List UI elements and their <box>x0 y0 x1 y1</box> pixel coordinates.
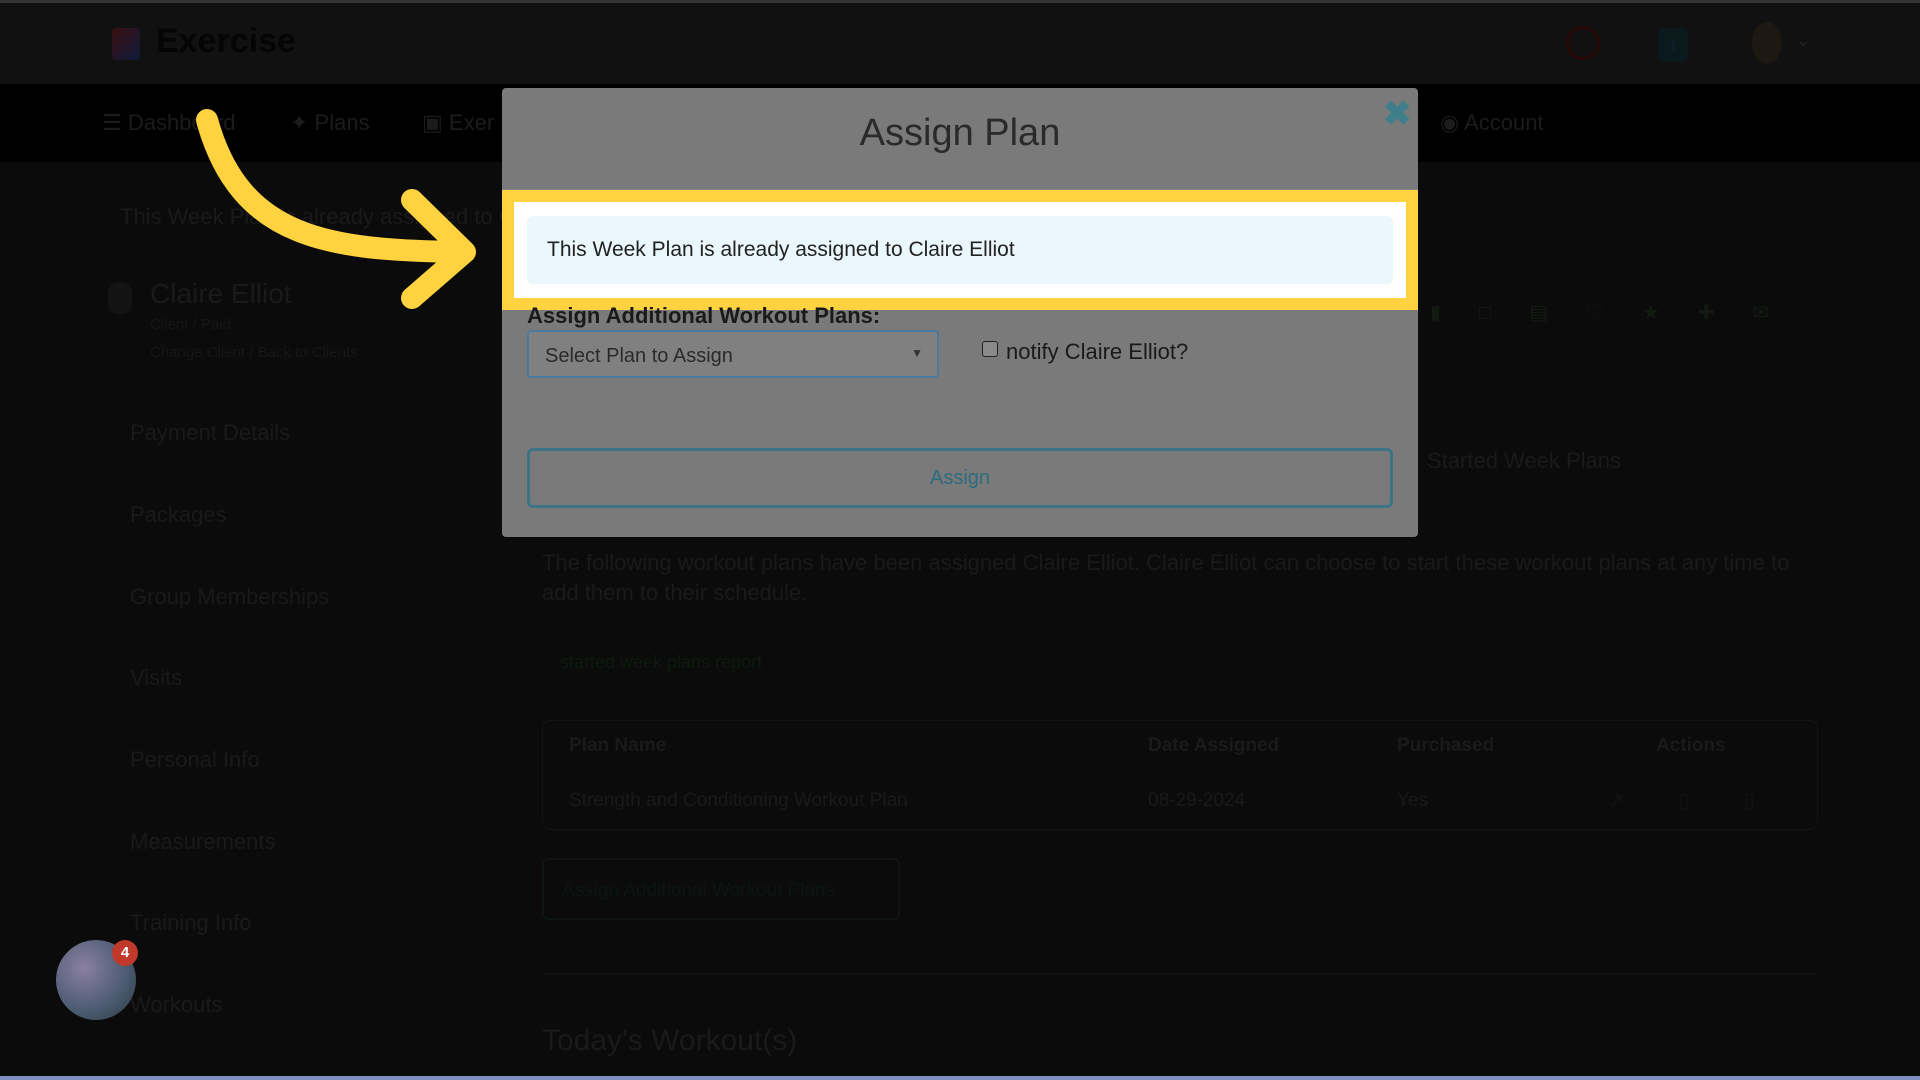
caret-down-icon: ▼ <box>911 346 923 360</box>
todays-workouts-heading: Today's Workout(s) <box>542 1024 798 1057</box>
sidebar-item-group-memberships[interactable]: Group Memberships <box>130 584 329 610</box>
avatar[interactable] <box>1752 22 1782 64</box>
cell-purchased: Yes <box>1397 790 1428 811</box>
notify-label[interactable]: notify Claire Elliot? <box>1006 339 1188 365</box>
sidebar-item-measurements[interactable]: Measurements <box>130 829 276 855</box>
cell-date: 08-29-2024 <box>1148 790 1246 811</box>
plans-description: The following workout plans have been as… <box>542 550 1790 605</box>
tab-started-week-plans[interactable]: Started Week Plans <box>1427 448 1621 474</box>
assign-additional-button[interactable]: Assign Additional Workout Plans <box>542 858 900 920</box>
th-actions: Actions <box>1656 735 1726 756</box>
notification-badge[interactable]: 1 <box>1658 28 1688 62</box>
clock-icon[interactable] <box>1566 26 1600 60</box>
plan-select[interactable]: Select Plan to Assign ▼ <box>527 330 939 378</box>
client-links[interactable]: Change Client / Back to Clients <box>150 344 358 361</box>
list-icon: ☰ <box>102 110 128 135</box>
client-avatar-icon <box>108 282 132 314</box>
notify-checkbox[interactable] <box>982 341 998 357</box>
report-link[interactable]: started week plans report <box>560 652 762 673</box>
sidebar-item-training-info[interactable]: Training Info <box>130 910 251 936</box>
user-circle-icon: ◉ <box>1440 110 1465 135</box>
bottom-bar <box>0 1076 1920 1080</box>
chevron-down-icon[interactable]: ⌄ <box>1796 30 1811 51</box>
th-purchased: Purchased <box>1397 735 1495 756</box>
nav-account[interactable]: ◉ Account <box>1440 110 1544 136</box>
arrow-annotation <box>196 109 476 309</box>
logo-icon <box>112 28 140 60</box>
row-action-icons[interactable]: ↗▯▯ <box>1608 788 1809 813</box>
assign-plans-label: Assign Additional Workout Plans: <box>527 303 881 328</box>
chat-badge: 4 <box>112 940 138 966</box>
cell-plan-name: Strength and Conditioning Workout Plan <box>569 790 908 811</box>
sidebar-item-packages[interactable]: Packages <box>130 502 227 528</box>
sidebar-item-visits[interactable]: Visits <box>130 665 182 691</box>
close-icon[interactable]: ✖ <box>1383 94 1412 134</box>
app-logo[interactable]: Exercise <box>156 22 296 61</box>
already-assigned-alert: This Week Plan is already assigned to Cl… <box>527 216 1393 284</box>
sidebar-item-workouts[interactable]: Workouts <box>130 992 223 1018</box>
th-date-assigned: Date Assigned <box>1148 735 1280 756</box>
plan-select-value: Select Plan to Assign <box>545 345 733 367</box>
sidebar-item-personal-info[interactable]: Personal Info <box>130 747 260 773</box>
modal-title: Assign Plan <box>859 112 1061 154</box>
assign-button[interactable]: Assign <box>527 448 1393 508</box>
divider <box>542 973 1818 974</box>
profile-toolbar: ▮□▤♡★✚✉ <box>1430 302 1808 324</box>
arrow-curve <box>196 109 471 263</box>
sidebar-item-payment-details[interactable]: Payment Details <box>130 420 290 446</box>
th-plan-name: Plan Name <box>569 735 667 756</box>
